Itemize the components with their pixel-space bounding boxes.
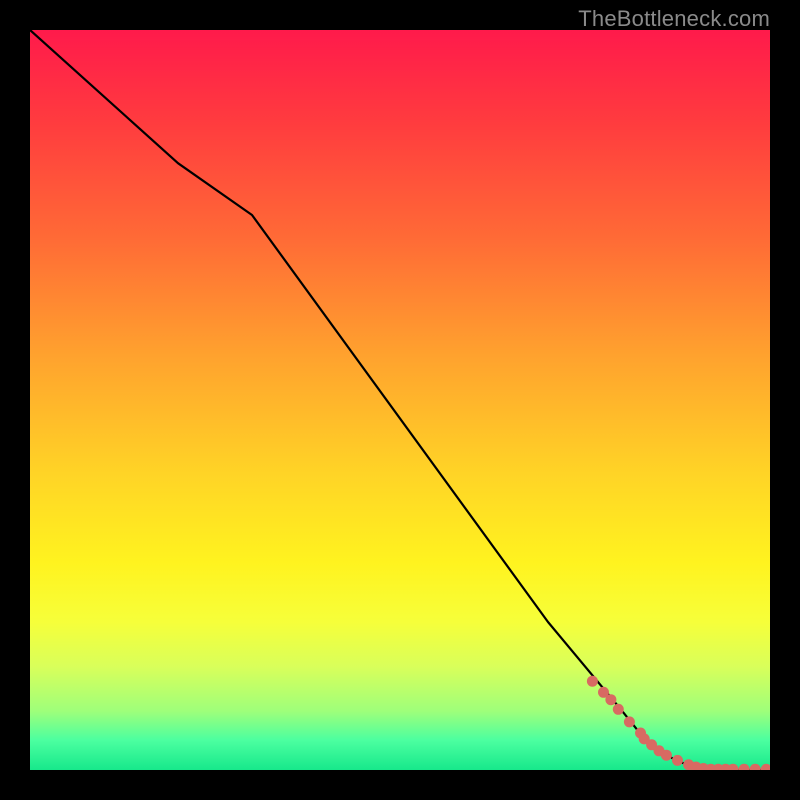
- data-point: [728, 764, 739, 770]
- line-series: [30, 30, 770, 770]
- scatter-series: [587, 676, 770, 770]
- data-point: [605, 694, 616, 705]
- data-point: [587, 676, 598, 687]
- plot-area: [30, 30, 770, 770]
- data-point: [661, 750, 672, 761]
- watermark-text: TheBottleneck.com: [578, 6, 770, 32]
- data-point: [761, 764, 770, 770]
- chart-frame: TheBottleneck.com: [0, 0, 800, 800]
- data-point: [613, 704, 624, 715]
- chart-overlay: [30, 30, 770, 770]
- data-point: [739, 764, 750, 770]
- data-point: [672, 755, 683, 766]
- data-point: [624, 716, 635, 727]
- data-point: [750, 764, 761, 770]
